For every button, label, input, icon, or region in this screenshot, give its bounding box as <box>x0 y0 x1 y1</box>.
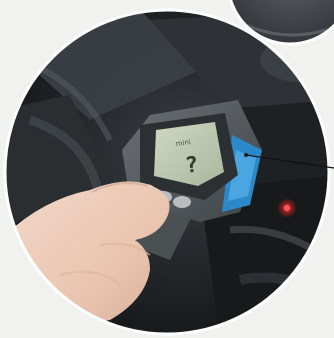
main-photo-circle: mini ? <box>3 8 331 336</box>
circular-photo-inset: mini ? <box>3 0 334 336</box>
